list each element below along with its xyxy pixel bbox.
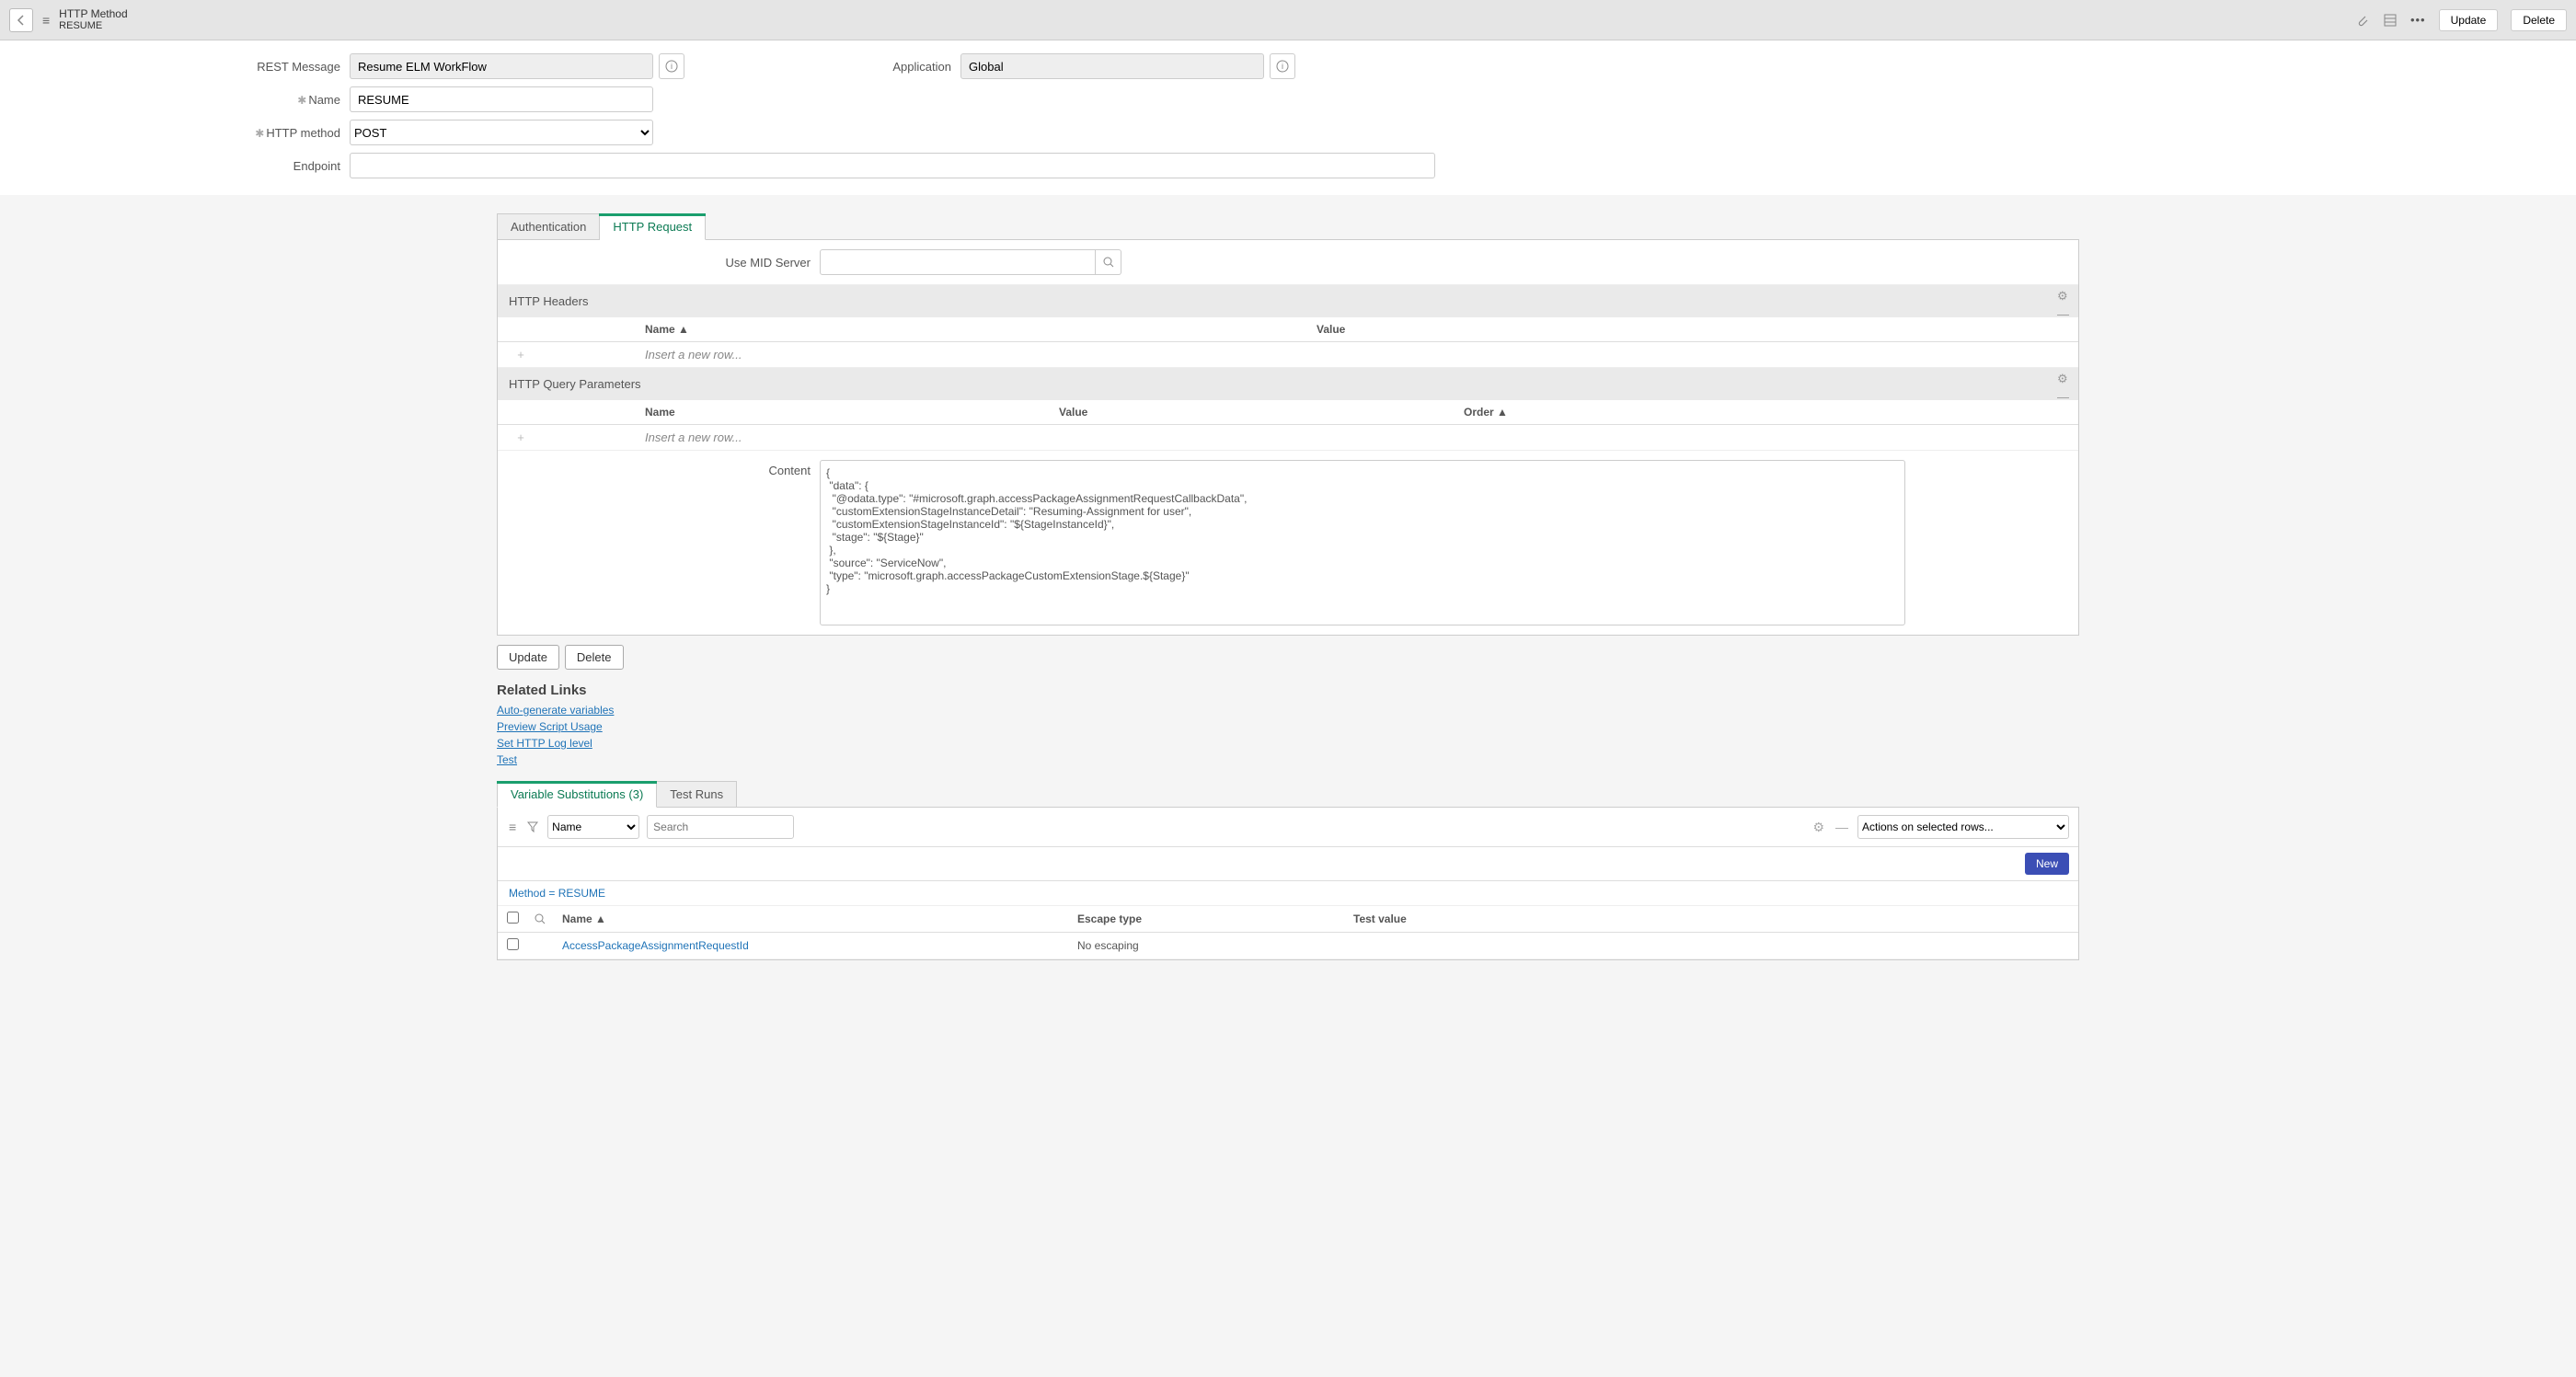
query-placeholder: Insert a new row... <box>544 430 742 444</box>
rest-message-label: REST Message <box>37 60 350 74</box>
filter-icon[interactable] <box>525 821 540 832</box>
mid-server-label: Use MID Server <box>507 256 820 270</box>
tab-http-request[interactable]: HTTP Request <box>600 213 706 240</box>
table-row[interactable]: AccessPackageAssignmentRequestId No esca… <box>498 933 2078 959</box>
name-field[interactable] <box>350 86 653 112</box>
actions-select[interactable]: Actions on selected rows... <box>1857 815 2069 839</box>
link-preview-script[interactable]: Preview Script Usage <box>497 718 2079 735</box>
query-col-order[interactable]: Order ▲ <box>1464 406 1611 419</box>
search-input[interactable] <box>647 815 794 839</box>
row-checkbox[interactable] <box>507 938 519 950</box>
row-name[interactable]: AccessPackageAssignmentRequestId <box>562 939 1077 952</box>
http-headers-header: HTTP Headers ⚙ — <box>498 285 2078 317</box>
title-line2: RESUME <box>59 20 127 32</box>
top-icons: ••• Update Delete <box>2355 9 2567 31</box>
headers-insert-row[interactable]: + Insert a new row... <box>498 342 2078 368</box>
delete-button-top[interactable]: Delete <box>2511 9 2567 31</box>
mid-server-search-icon[interactable] <box>1096 249 1121 275</box>
col-escape-type[interactable]: Escape type <box>1077 912 1353 925</box>
gear-icon[interactable]: ⚙ <box>2057 289 2069 304</box>
rest-message-info-icon[interactable]: i <box>659 53 684 79</box>
http-tabs: Authentication HTTP Request <box>497 213 2079 240</box>
query-col-value[interactable]: Value <box>1059 406 1464 419</box>
link-auto-generate[interactable]: Auto-generate variables <box>497 702 2079 718</box>
rest-message-field[interactable] <box>350 53 653 79</box>
form-top: REST Message i Application i ✱Name ✱HTTP… <box>0 40 2576 195</box>
http-method-label: ✱HTTP method <box>37 126 350 140</box>
list-menu-icon[interactable]: ≡ <box>507 820 518 834</box>
query-col-name[interactable]: Name <box>544 406 1059 419</box>
row-escape: No escaping <box>1077 939 1353 952</box>
related-links: Related Links Auto-generate variables Pr… <box>497 683 2079 768</box>
more-icon[interactable]: ••• <box>2410 13 2426 27</box>
new-button[interactable]: New <box>2025 853 2069 875</box>
name-label: ✱Name <box>37 93 350 107</box>
tab-test-runs[interactable]: Test Runs <box>657 781 737 808</box>
tab-authentication[interactable]: Authentication <box>497 213 600 240</box>
activity-icon[interactable] <box>2383 13 2398 28</box>
link-set-log-level[interactable]: Set HTTP Log level <box>497 735 2079 752</box>
list-breadcrumb[interactable]: Method = RESUME <box>498 881 2078 906</box>
application-label: Application <box>758 60 960 74</box>
endpoint-field[interactable] <box>350 153 1435 178</box>
content-label: Content <box>498 460 820 625</box>
query-columns: Name Value Order ▲ <box>498 400 2078 425</box>
attachment-icon[interactable] <box>2355 13 2370 28</box>
collapse-icon[interactable]: — <box>2057 307 2069 321</box>
update-button-top[interactable]: Update <box>2439 9 2499 31</box>
application-info-icon[interactable]: i <box>1270 53 1295 79</box>
back-button[interactable] <box>9 8 33 32</box>
svg-text:i: i <box>671 62 673 71</box>
tab-variable-substitutions[interactable]: Variable Substitutions (3) <box>497 781 657 808</box>
col-name[interactable]: Name ▲ <box>562 912 1077 925</box>
title-line1: HTTP Method <box>59 7 127 20</box>
gear-icon[interactable]: ⚙ <box>1811 820 1826 835</box>
related-links-heading: Related Links <box>497 683 2079 698</box>
search-field-select[interactable]: Name <box>547 815 639 839</box>
page-title: HTTP Method RESUME <box>59 7 127 33</box>
query-params-header: HTTP Query Parameters ⚙ — <box>498 368 2078 400</box>
col-test-value[interactable]: Test value <box>1353 912 2069 925</box>
http-request-panel: Use MID Server HTTP Headers ⚙ — Name ▲ V… <box>497 239 2079 636</box>
headers-col-name[interactable]: Name ▲ <box>544 323 1317 336</box>
add-query-icon[interactable]: + <box>498 430 544 444</box>
gear-icon[interactable]: ⚙ <box>2057 372 2069 386</box>
search-icon[interactable] <box>535 913 562 924</box>
collapse-icon[interactable]: — <box>1834 820 1850 834</box>
link-test[interactable]: Test <box>497 752 2079 768</box>
application-field[interactable] <box>960 53 1264 79</box>
select-all-checkbox[interactable] <box>507 912 519 924</box>
headers-columns: Name ▲ Value <box>498 317 2078 342</box>
add-header-icon[interactable]: + <box>498 348 544 361</box>
headers-placeholder: Insert a new row... <box>544 348 742 361</box>
endpoint-label: Endpoint <box>37 159 350 173</box>
query-insert-row[interactable]: + Insert a new row... <box>498 425 2078 451</box>
menu-icon[interactable]: ≡ <box>42 13 50 28</box>
top-bar: ≡ HTTP Method RESUME ••• Update Delete <box>0 0 2576 40</box>
var-subs-panel: ≡ Name ⚙ — Actions on selected rows... N… <box>497 807 2079 960</box>
mid-server-field[interactable] <box>820 249 1096 275</box>
delete-button[interactable]: Delete <box>565 645 624 670</box>
http-method-select[interactable]: POST <box>350 120 653 145</box>
svg-text:i: i <box>1282 62 1283 71</box>
content-textarea[interactable] <box>820 460 1905 625</box>
collapse-icon[interactable]: — <box>2057 390 2069 404</box>
update-button[interactable]: Update <box>497 645 559 670</box>
var-tabs: Variable Substitutions (3) Test Runs <box>497 781 2079 808</box>
headers-col-value[interactable]: Value <box>1317 323 2078 336</box>
